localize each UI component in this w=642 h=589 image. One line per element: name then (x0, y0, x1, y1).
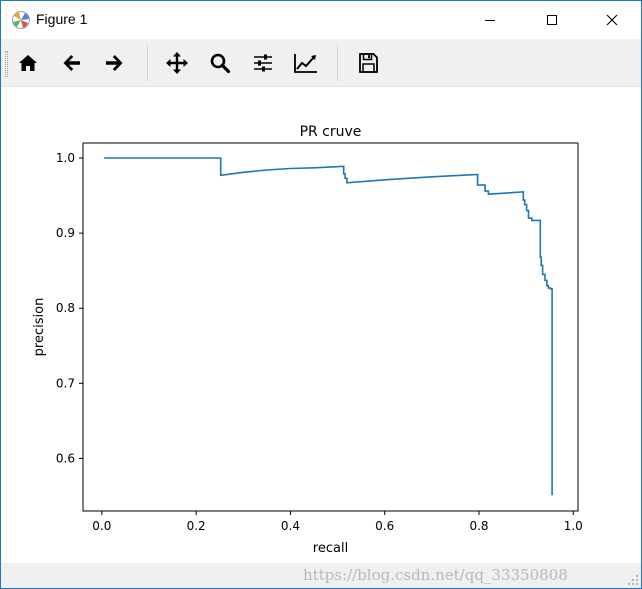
resize-grip-icon[interactable] (627, 574, 639, 586)
watermark-text: https://blog.csdn.net/qq_33350808 (303, 566, 568, 584)
save-button[interactable] (351, 48, 385, 78)
y-tick-label: 0.9 (56, 226, 75, 240)
home-icon (19, 55, 37, 71)
y-tick-label: 1.0 (56, 151, 75, 165)
x-tick-label: 1.0 (564, 519, 583, 533)
toolbar-separator (147, 45, 148, 81)
pr-curve-chart[interactable]: PR cruve recall precision 0.0 0.2 0.4 0.6 0.… (1, 87, 641, 563)
back-button[interactable] (55, 48, 89, 78)
figure-window: Figure 1 PR cruve recall precision 0.0 0… (0, 0, 642, 589)
navigation-toolbar (1, 39, 641, 87)
floppy-disk-icon (359, 53, 378, 73)
x-tick-label: 0.4 (281, 519, 300, 533)
x-tick-label: 0.6 (375, 519, 394, 533)
magnifier-icon (210, 53, 231, 74)
y-axis-label: precision (32, 298, 47, 357)
minimize-button[interactable] (467, 1, 513, 39)
arrow-left-icon (63, 55, 80, 71)
title-bar[interactable]: Figure 1 (1, 1, 641, 39)
home-button[interactable] (11, 48, 45, 78)
customize-button[interactable] (289, 48, 323, 78)
x-tick-label: 0.0 (92, 519, 111, 533)
minimize-icon (485, 20, 495, 21)
y-tick-label: 0.8 (56, 301, 75, 315)
zoom-button[interactable] (203, 48, 237, 78)
status-bar: https://blog.csdn.net/qq_33350808 (1, 563, 641, 588)
x-tick-label: 0.2 (187, 519, 206, 533)
matplotlib-icon (11, 10, 31, 30)
toolbar-grip[interactable] (5, 51, 8, 77)
x-tick-label: 0.8 (469, 519, 488, 533)
subplots-button[interactable] (246, 48, 280, 78)
line-chart-icon (294, 54, 317, 73)
series-line (104, 157, 553, 496)
maximize-icon (547, 15, 557, 25)
chart-title: PR cruve (300, 124, 362, 140)
window-title: Figure 1 (36, 11, 88, 27)
y-tick-label: 0.7 (56, 376, 75, 390)
maximize-button[interactable] (529, 1, 575, 39)
toolbar-separator (337, 45, 338, 81)
sliders-icon (254, 54, 272, 72)
close-icon (606, 14, 618, 26)
forward-button[interactable] (97, 48, 131, 78)
close-button[interactable] (589, 1, 635, 39)
pan-button[interactable] (160, 48, 194, 78)
x-axis-label: recall (313, 541, 348, 556)
arrow-right-icon (106, 55, 123, 71)
move-arrows-icon (166, 52, 188, 74)
figure-canvas[interactable]: PR cruve recall precision 0.0 0.2 0.4 0.6 0.… (1, 87, 641, 563)
axes-frame (82, 142, 579, 512)
y-tick-label: 0.6 (56, 451, 75, 465)
